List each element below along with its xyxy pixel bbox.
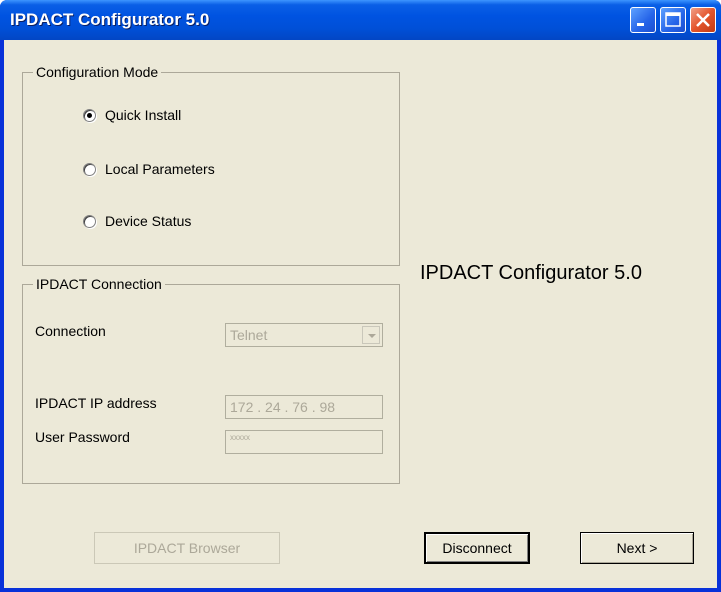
ipdact-browser-button[interactable]: IPDACT Browser (94, 532, 280, 564)
radio-label: Quick Install (105, 107, 182, 123)
radio-quick-install[interactable]: Quick Install (83, 105, 181, 125)
radio-local-parameters[interactable]: Local Parameters (83, 159, 215, 179)
connection-value: Telnet (230, 327, 268, 343)
radio-device-status[interactable]: Device Status (83, 211, 191, 231)
close-icon (696, 13, 710, 27)
disconnect-button[interactable]: Disconnect (424, 532, 530, 564)
window-title: IPDACT Configurator 5.0 (10, 10, 210, 29)
maximize-button[interactable] (660, 7, 686, 33)
connection-dropdown[interactable]: Telnet (225, 323, 383, 347)
radio-label: Device Status (105, 213, 192, 229)
user-password-value: xxxxx (230, 433, 250, 442)
radio-button-icon[interactable] (83, 108, 96, 122)
chevron-down-icon[interactable] (362, 326, 380, 344)
radio-button-icon[interactable] (83, 214, 96, 228)
ipdact-connection-title: IPDACT Connection (33, 276, 165, 292)
ip-address-label: IPDACT IP address (35, 395, 157, 411)
connection-label: Connection (35, 323, 106, 339)
close-button[interactable] (690, 7, 716, 33)
dialog-body: Configuration Mode Quick Install Local P… (4, 40, 717, 588)
next-button[interactable]: Next > (580, 532, 694, 564)
radio-label: Local Parameters (105, 161, 215, 177)
configuration-mode-group: Configuration Mode Quick Install Local P… (22, 64, 400, 266)
app-window: IPDACT Configurator 5.0 Configuration Mo… (0, 0, 721, 592)
user-password-label: User Password (35, 429, 130, 445)
title-bar[interactable]: IPDACT Configurator 5.0 (0, 0, 721, 40)
ip-address-field[interactable]: 172 . 24 . 76 . 98 (225, 395, 383, 419)
minimize-icon (637, 23, 644, 26)
ip-address-value: 172 . 24 . 76 . 98 (230, 399, 336, 415)
maximize-icon (665, 12, 681, 27)
minimize-button[interactable] (630, 7, 656, 33)
configuration-mode-title: Configuration Mode (33, 64, 162, 80)
page-title: IPDACT Configurator 5.0 (420, 262, 642, 284)
user-password-field[interactable]: xxxxx (225, 430, 383, 454)
radio-button-icon[interactable] (83, 162, 96, 176)
ipdact-connection-group: IPDACT Connection Connection Telnet IPDA… (22, 276, 400, 484)
